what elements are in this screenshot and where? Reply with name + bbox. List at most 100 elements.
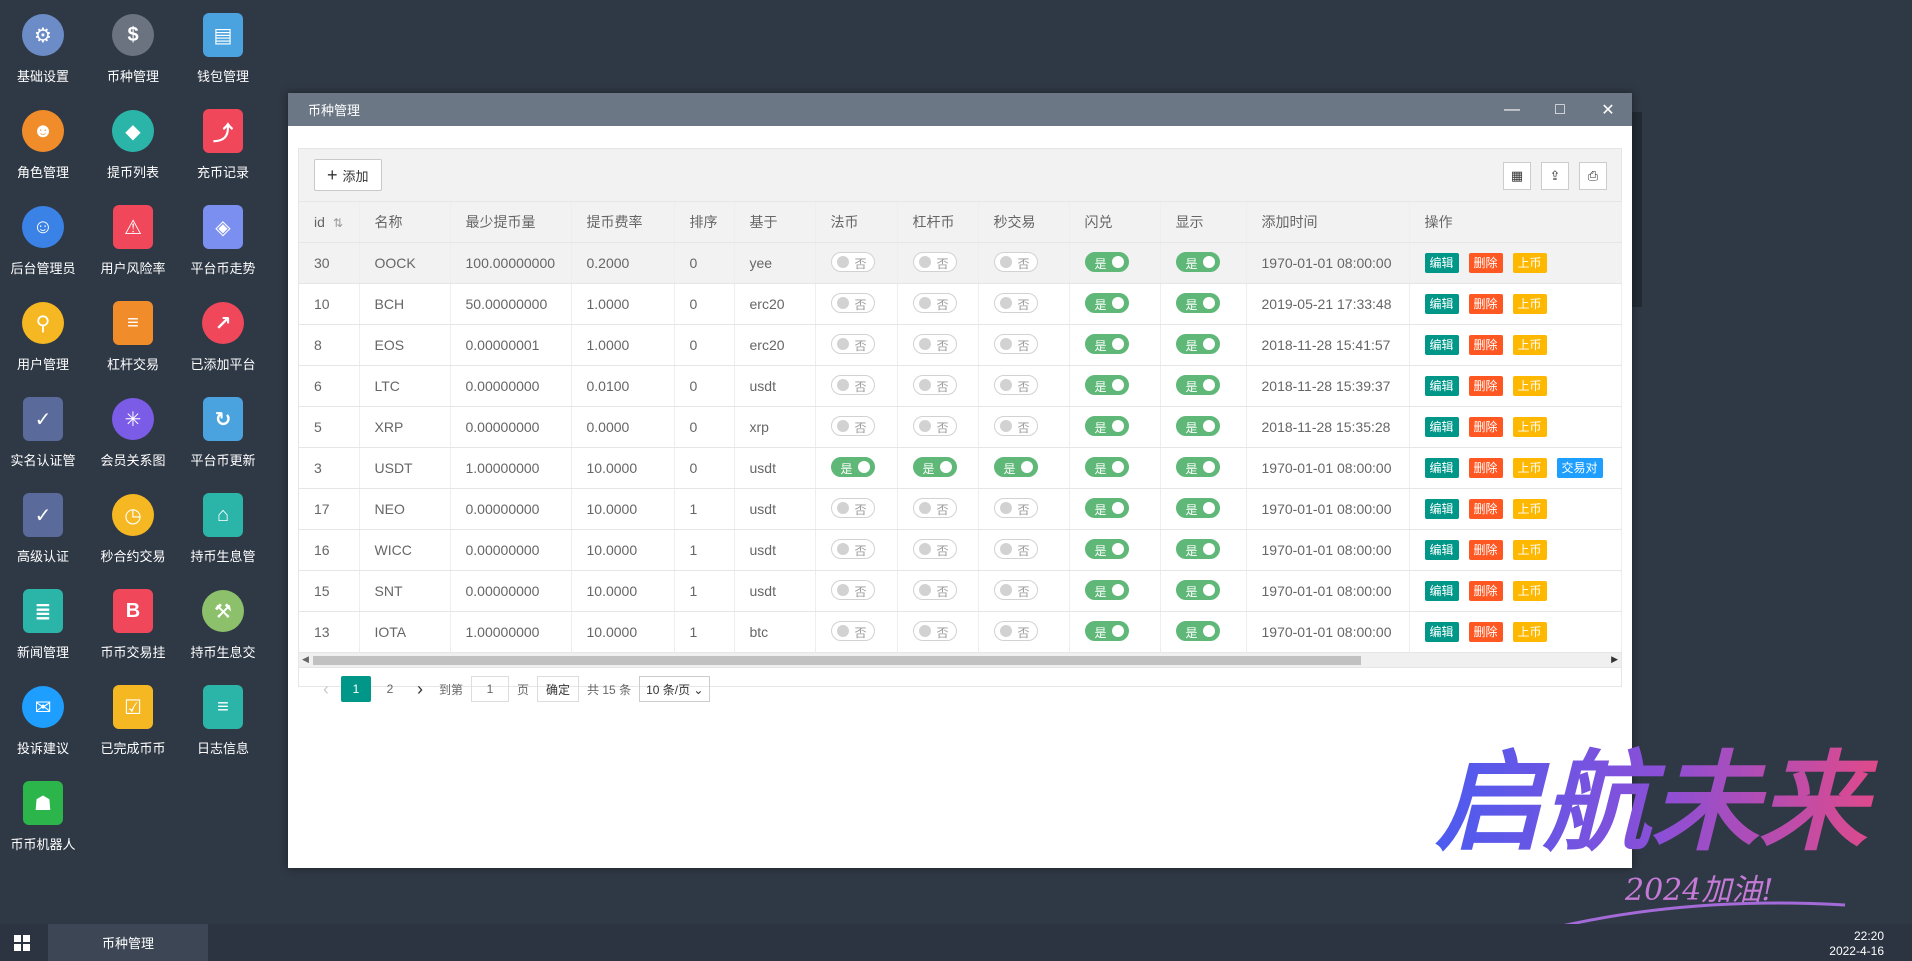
lever-toggle[interactable]: 否 xyxy=(912,620,957,641)
second-trade-toggle[interactable]: 否 xyxy=(993,415,1038,436)
desktop-icon-9[interactable]: ◈ 平台币走势 xyxy=(178,196,268,277)
lever-toggle[interactable]: 否 xyxy=(912,251,957,272)
page-size-select[interactable]: 10 条/页 ⌄ xyxy=(639,676,711,702)
desktop-icon-2[interactable]: $ 币种管理 xyxy=(88,4,178,85)
fiat-toggle[interactable]: 否 xyxy=(830,251,875,272)
fiat-toggle[interactable]: 否 xyxy=(830,415,875,436)
next-page-button[interactable]: › xyxy=(405,676,435,702)
desktop-icon-6[interactable]: ⤴ 充币记录 xyxy=(178,100,268,181)
list-coin-button[interactable]: 上币 xyxy=(1512,417,1547,437)
sort-icon[interactable]: ⇅ xyxy=(333,216,343,230)
maximize-button[interactable]: □ xyxy=(1536,93,1584,126)
export-icon[interactable]: ⇪ xyxy=(1541,162,1569,190)
second-trade-toggle[interactable]: 否 xyxy=(993,292,1038,313)
page-2-button[interactable]: 2 xyxy=(375,676,405,702)
desktop-icon-12[interactable]: ↗ 已添加平台 xyxy=(178,292,268,373)
lever-toggle[interactable]: 否 xyxy=(912,415,957,436)
delete-button[interactable]: 删除 xyxy=(1468,499,1503,519)
display-toggle[interactable]: 是 xyxy=(1175,497,1220,518)
flash-swap-toggle[interactable]: 是 xyxy=(1084,374,1129,395)
delete-button[interactable]: 删除 xyxy=(1468,417,1503,437)
display-toggle[interactable]: 是 xyxy=(1175,620,1220,641)
lever-toggle[interactable]: 否 xyxy=(912,292,957,313)
minimize-button[interactable]: — xyxy=(1488,93,1536,126)
display-toggle[interactable]: 是 xyxy=(1175,579,1220,600)
display-toggle[interactable]: 是 xyxy=(1175,374,1220,395)
desktop-icon-19[interactable]: ≣ 新闻管理 xyxy=(0,580,88,661)
display-toggle[interactable]: 是 xyxy=(1175,333,1220,354)
desktop-icon-13[interactable]: ✓ 实名认证管 xyxy=(0,388,88,469)
lever-toggle[interactable]: 否 xyxy=(912,333,957,354)
table-row[interactable]: 10 BCH 50.00000000 1.0000 0 erc20 否 否 否 是 是 2019-05… xyxy=(299,283,1622,325)
desktop-icon-5[interactable]: ◆ 提币列表 xyxy=(88,100,178,181)
table-row[interactable]: 13 IOTA 1.00000000 10.0000 1 btc 否 否 否 是 是 1970-01-… xyxy=(299,611,1622,653)
list-coin-button[interactable]: 上币 xyxy=(1512,335,1547,355)
table-row[interactable]: 8 EOS 0.00000001 1.0000 0 erc20 否 否 否 是 是 2018-11-2… xyxy=(299,324,1622,366)
list-coin-button[interactable]: 上币 xyxy=(1512,376,1547,396)
lever-toggle[interactable]: 否 xyxy=(912,497,957,518)
goto-confirm-button[interactable]: 确定 xyxy=(537,676,580,702)
flash-swap-toggle[interactable]: 是 xyxy=(1084,538,1129,559)
lever-toggle[interactable]: 是 xyxy=(912,456,957,477)
delete-button[interactable]: 删除 xyxy=(1468,376,1503,396)
second-trade-toggle[interactable]: 否 xyxy=(993,251,1038,272)
list-coin-button[interactable]: 上币 xyxy=(1512,622,1547,642)
fiat-toggle[interactable]: 否 xyxy=(830,579,875,600)
desktop-icon-3[interactable]: ▤ 钱包管理 xyxy=(178,4,268,85)
delete-button[interactable]: 删除 xyxy=(1468,622,1503,642)
window-titlebar[interactable]: 币种管理 — □ ✕ xyxy=(288,93,1632,126)
add-button[interactable]: + 添加 xyxy=(314,159,382,191)
horizontal-scrollbar[interactable]: ◀ ▶ xyxy=(299,653,1621,668)
windows-start-icon[interactable] xyxy=(14,935,30,951)
columns-filter-icon[interactable]: ▦ xyxy=(1503,162,1531,190)
page-1-button[interactable]: 1 xyxy=(341,676,371,702)
goto-page-input[interactable]: 1 xyxy=(471,676,510,702)
table-row[interactable]: 5 XRP 0.00000000 0.0000 0 xrp 否 否 否 是 是 2018-11-28 … xyxy=(299,406,1622,448)
table-row[interactable]: 17 NEO 0.00000000 10.0000 1 usdt 否 否 否 是 是 1970-01-… xyxy=(299,488,1622,530)
scroll-right-arrow-icon[interactable]: ▶ xyxy=(1611,654,1618,665)
fiat-toggle[interactable]: 否 xyxy=(830,333,875,354)
flash-swap-toggle[interactable]: 是 xyxy=(1084,497,1129,518)
table-row[interactable]: 15 SNT 0.00000000 10.0000 1 usdt 否 否 否 是 是 1970-01-… xyxy=(299,570,1622,612)
display-toggle[interactable]: 是 xyxy=(1175,251,1220,272)
fiat-toggle[interactable]: 否 xyxy=(830,374,875,395)
second-trade-toggle[interactable]: 否 xyxy=(993,538,1038,559)
delete-button[interactable]: 删除 xyxy=(1468,253,1503,273)
second-trade-toggle[interactable]: 否 xyxy=(993,497,1038,518)
scroll-left-arrow-icon[interactable]: ◀ xyxy=(302,654,309,665)
taskbar-item-currency[interactable]: 币种管理 xyxy=(48,924,208,961)
list-coin-button[interactable]: 上币 xyxy=(1512,581,1547,601)
desktop-icon-8[interactable]: ⚠ 用户风险率 xyxy=(88,196,178,277)
desktop-icon-18[interactable]: ⌂ 持币生息管 xyxy=(178,484,268,565)
desktop-icon-1[interactable]: ⚙ 基础设置 xyxy=(0,4,88,85)
edit-button[interactable]: 编辑 xyxy=(1424,540,1459,560)
flash-swap-toggle[interactable]: 是 xyxy=(1084,415,1129,436)
table-row[interactable]: 16 WICC 0.00000000 10.0000 1 usdt 否 否 否 是 是 1970-01… xyxy=(299,529,1622,571)
edit-button[interactable]: 编辑 xyxy=(1424,294,1459,314)
prev-page-button[interactable]: ‹ xyxy=(311,676,341,702)
scrollbar-thumb[interactable] xyxy=(313,656,1361,665)
edit-button[interactable]: 编辑 xyxy=(1424,499,1459,519)
second-trade-toggle[interactable]: 否 xyxy=(993,579,1038,600)
print-icon[interactable]: ⎙ xyxy=(1579,162,1607,190)
edit-button[interactable]: 编辑 xyxy=(1424,458,1459,478)
display-toggle[interactable]: 是 xyxy=(1175,538,1220,559)
fiat-toggle[interactable]: 否 xyxy=(830,497,875,518)
list-coin-button[interactable]: 上币 xyxy=(1512,294,1547,314)
lever-toggle[interactable]: 否 xyxy=(912,374,957,395)
desktop-icon-20[interactable]: B 币币交易挂 xyxy=(88,580,178,661)
desktop-icon-7[interactable]: ☺ 后台管理员 xyxy=(0,196,88,277)
edit-button[interactable]: 编辑 xyxy=(1424,253,1459,273)
list-coin-button[interactable]: 上币 xyxy=(1512,499,1547,519)
flash-swap-toggle[interactable]: 是 xyxy=(1084,333,1129,354)
second-trade-toggle[interactable]: 否 xyxy=(993,620,1038,641)
table-row[interactable]: 30 OOCK 100.00000000 0.2000 0 yee 否 否 否 是 是 1970-01… xyxy=(299,242,1622,284)
fiat-toggle[interactable]: 否 xyxy=(830,292,875,313)
delete-button[interactable]: 删除 xyxy=(1468,540,1503,560)
flash-swap-toggle[interactable]: 是 xyxy=(1084,251,1129,272)
delete-button[interactable]: 删除 xyxy=(1468,458,1503,478)
table-row[interactable]: 6 LTC 0.00000000 0.0100 0 usdt 否 否 否 是 是 2018-11-28… xyxy=(299,365,1622,407)
trading-pair-button[interactable]: 交易对 xyxy=(1556,458,1603,478)
desktop-icon-21[interactable]: ⚒ 持币生息交 xyxy=(178,580,268,661)
flash-swap-toggle[interactable]: 是 xyxy=(1084,579,1129,600)
